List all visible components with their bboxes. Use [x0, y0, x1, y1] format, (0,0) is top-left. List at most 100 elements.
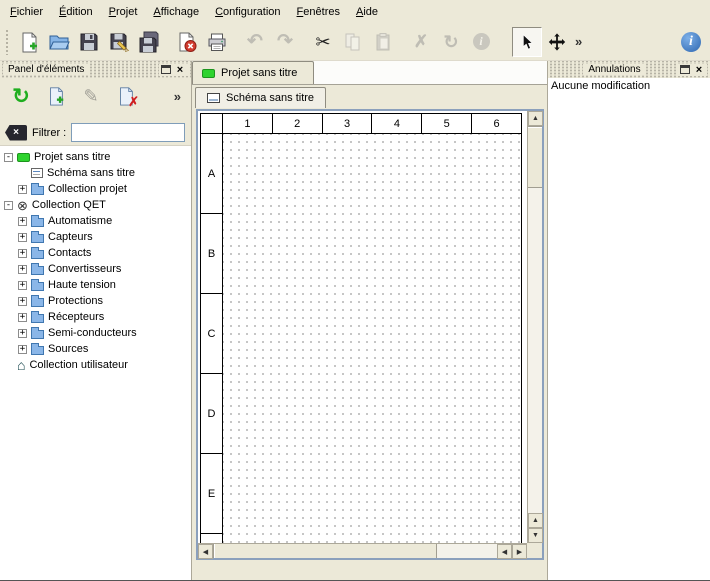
menu-fichier[interactable]: Fichier [2, 3, 51, 21]
undo-panel-dock: Annulations × Aucune modification [548, 61, 710, 580]
expand-icon[interactable]: + [18, 185, 27, 194]
project-tabbar: Projet sans titre [192, 61, 547, 85]
float-dock-button[interactable] [680, 65, 690, 74]
undo-panel-titlebar[interactable]: Annulations × [548, 61, 710, 78]
clear-filter-button[interactable]: × [5, 125, 27, 141]
expand-icon[interactable]: + [18, 217, 27, 226]
about-button[interactable]: i [676, 27, 706, 57]
menu-affichage[interactable]: Affichage [145, 3, 207, 21]
folder-icon [31, 282, 44, 291]
open-folder-icon [48, 31, 70, 53]
project-tab-label: Projet sans titre [221, 67, 297, 79]
elements-panel-toolbar: ↻ ✎ ✗ [0, 78, 191, 114]
panel-toolbar-overflow-button[interactable]: » [171, 89, 184, 104]
tree-item-schema-sans-titre[interactable]: Schéma sans titre [0, 165, 191, 181]
column-header: 4 [372, 114, 422, 133]
save-all-button[interactable] [134, 27, 164, 57]
collapse-icon[interactable]: - [4, 153, 13, 162]
new-element-button[interactable] [42, 82, 70, 110]
printer-icon [206, 31, 228, 53]
tree-item-capteurs[interactable]: + Capteurs [0, 229, 191, 245]
save-button[interactable] [74, 27, 104, 57]
tab-schema-sans-titre[interactable]: Schéma sans titre [195, 87, 326, 108]
folder-icon [31, 218, 44, 227]
new-document-icon [18, 31, 40, 53]
scroll-left-button[interactable]: ◀ [198, 544, 213, 559]
tree-item-semi-conducteurs[interactable]: + Semi-conducteurs [0, 325, 191, 341]
close-dock-button[interactable]: × [693, 64, 705, 76]
info-icon: i [473, 33, 490, 50]
expand-icon[interactable]: + [18, 297, 27, 306]
tree-item-label: Capteurs [48, 231, 97, 243]
vertical-scroll-thumb[interactable] [528, 126, 542, 188]
tree-item-collection-projet[interactable]: + Collection projet [0, 181, 191, 197]
scroll-down-button[interactable]: ▼ [528, 528, 543, 543]
expand-icon[interactable]: + [18, 313, 27, 322]
tree-item-contacts[interactable]: + Contacts [0, 245, 191, 261]
scroll-right-button[interactable]: ▶ [512, 544, 527, 559]
dot-grid[interactable] [223, 134, 521, 543]
scroll-up-button[interactable]: ▲ [528, 111, 543, 126]
delete-cross-icon: ✗ [414, 33, 428, 50]
tree-item-convertisseurs[interactable]: + Convertisseurs [0, 261, 191, 277]
select-tool-button[interactable] [512, 27, 542, 57]
tree-item-recepteurs[interactable]: + Récepteurs [0, 309, 191, 325]
tree-item-haute-tension[interactable]: + Haute tension [0, 277, 191, 293]
tree-item-sources[interactable]: + Sources [0, 341, 191, 357]
pencil-icon: ✎ [83, 86, 98, 107]
new-project-button[interactable] [14, 27, 44, 57]
red-cross-icon: ✗ [128, 95, 139, 108]
tree-item-label: Projet sans titre [34, 151, 114, 163]
column-header: 2 [273, 114, 323, 133]
tree-item-projet-sans-titre[interactable]: - Projet sans titre [0, 149, 191, 165]
expand-icon[interactable]: + [18, 249, 27, 258]
menu-configuration[interactable]: Configuration [207, 3, 288, 21]
close-dock-button[interactable]: × [174, 64, 186, 76]
tab-projet-sans-titre[interactable]: Projet sans titre [192, 61, 314, 84]
toolbar-overflow-button[interactable]: » [572, 34, 585, 49]
move-tool-button[interactable] [542, 27, 572, 57]
collapse-icon[interactable]: - [4, 201, 13, 210]
tree-item-automatisme[interactable]: + Automatisme [0, 213, 191, 229]
expand-icon[interactable]: + [18, 345, 27, 354]
tree-item-protections[interactable]: + Protections [0, 293, 191, 309]
save-as-button[interactable] [104, 27, 134, 57]
expand-icon[interactable]: + [18, 329, 27, 338]
close-project-button[interactable] [172, 27, 202, 57]
reload-collections-button[interactable]: ↻ [7, 82, 35, 110]
float-dock-button[interactable] [161, 65, 171, 74]
horizontal-scrollbar[interactable]: ◀ ◀ ▶ [198, 543, 527, 558]
scroll-up-button-2[interactable]: ▲ [528, 513, 543, 528]
menu-projet[interactable]: Projet [101, 3, 146, 21]
horizontal-scroll-thumb[interactable] [213, 544, 437, 558]
menu-aide[interactable]: Aide [348, 3, 386, 21]
vertical-scrollbar[interactable]: ▲ ▲ ▼ [527, 111, 542, 543]
toolbar-grip[interactable] [5, 29, 10, 55]
elements-panel-titlebar[interactable]: Panel d'éléments × [0, 61, 191, 78]
print-button[interactable] [202, 27, 232, 57]
schema-canvas[interactable]: 1 2 3 4 5 6 A B C [198, 111, 527, 543]
folder-icon [31, 298, 44, 307]
delete-element-button[interactable]: ✗ [112, 82, 140, 110]
tree-item-label: Automatisme [48, 215, 116, 227]
column-header: 1 [223, 114, 273, 133]
folder-icon [31, 250, 44, 259]
scroll-left-button-2[interactable]: ◀ [497, 544, 512, 559]
cut-button[interactable]: ✂ [308, 27, 338, 57]
undo-history-list[interactable]: Aucune modification [548, 78, 710, 580]
open-project-button[interactable] [44, 27, 74, 57]
close-document-icon [176, 31, 198, 53]
expand-icon[interactable]: + [18, 281, 27, 290]
menu-edition[interactable]: Édition [51, 3, 101, 21]
expand-icon[interactable]: + [18, 265, 27, 274]
menu-fenetres[interactable]: Fenêtres [289, 3, 348, 21]
horizontal-scroll-track[interactable] [437, 544, 497, 558]
expand-icon[interactable]: + [18, 233, 27, 242]
tree-item-collection-utilisateur[interactable]: ⌂ Collection utilisateur [0, 357, 191, 373]
tree-item-collection-qet[interactable]: - ⊗ Collection QET [0, 197, 191, 213]
column-header: 3 [323, 114, 373, 133]
filter-input[interactable] [71, 123, 185, 142]
vertical-scroll-track[interactable] [528, 188, 542, 513]
clipboard-paste-icon [373, 32, 393, 52]
about-info-icon: i [681, 32, 701, 52]
